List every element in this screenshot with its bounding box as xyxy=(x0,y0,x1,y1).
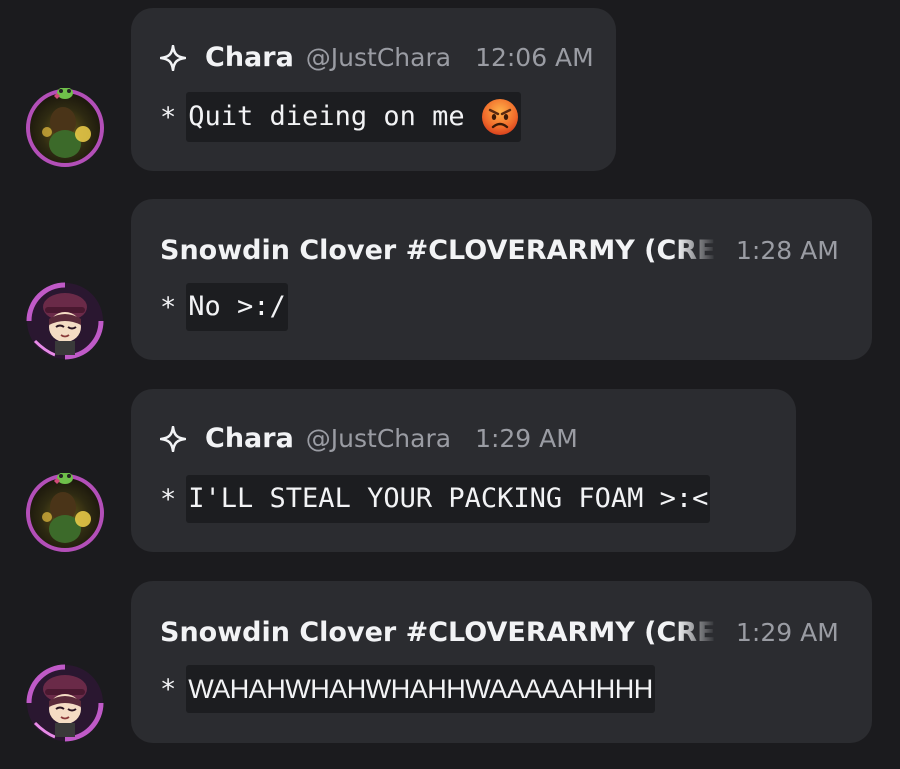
inline-code: I'LL STEAL YOUR PACKING FOAM >:< xyxy=(186,475,711,523)
message-bubble: Chara @JustChara 12:06 AM * Quit dieing … xyxy=(131,8,616,171)
message-content: * No >:/ xyxy=(160,283,288,331)
timestamp: 1:29 AM xyxy=(736,618,839,647)
message-text: No >:/ xyxy=(188,291,286,322)
chara-avatar[interactable] xyxy=(25,88,105,168)
message-text: Quit dieing on me xyxy=(188,101,465,132)
message-bubble: Chara @JustChara 1:29 AM * I'LL STEAL YO… xyxy=(131,389,796,552)
author-name[interactable]: Snowdin Clover #CLOVERARMY (CREATOR) xyxy=(160,235,716,266)
timestamp: 12:06 AM xyxy=(475,43,594,72)
clover-avatar[interactable] xyxy=(25,281,105,361)
timestamp: 1:29 AM xyxy=(475,424,578,453)
message-header: Snowdin Clover #CLOVERARMY (CREATOR) 1:2… xyxy=(160,235,839,266)
author-name[interactable]: Chara xyxy=(205,423,294,454)
asterisk-prefix: * xyxy=(160,101,177,133)
asterisk-prefix: * xyxy=(160,291,177,323)
chat-log: Chara @JustChara 12:06 AM * Quit dieing … xyxy=(0,0,900,769)
author-name[interactable]: Snowdin Clover #CLOVERARMY (CREATOR) xyxy=(160,617,716,648)
asterisk-prefix: * xyxy=(160,673,177,705)
message-header: Snowdin Clover #CLOVERARMY (CREATOR) 1:2… xyxy=(160,617,839,648)
message-content: * WAHAHWHAHWHAHHWAAAAAHHHH xyxy=(160,665,655,713)
message-content: * Quit dieing on me xyxy=(160,92,521,142)
asterisk-prefix: * xyxy=(160,483,177,515)
author-handle[interactable]: @JustChara xyxy=(306,43,451,72)
message-bubble: Snowdin Clover #CLOVERARMY (CREATOR) 1:2… xyxy=(131,581,872,743)
timestamp: 1:28 AM xyxy=(736,236,839,265)
chara-avatar[interactable] xyxy=(25,473,105,553)
angry-face-icon xyxy=(481,98,519,136)
author-name[interactable]: Chara xyxy=(205,42,294,73)
author-handle[interactable]: @JustChara xyxy=(306,424,451,453)
sparkle-icon xyxy=(159,44,187,71)
message-content: * I'LL STEAL YOUR PACKING FOAM >:< xyxy=(160,475,711,523)
sparkle-icon xyxy=(159,425,187,452)
inline-code: No >:/ xyxy=(186,283,288,331)
message-bubble: Snowdin Clover #CLOVERARMY (CREATOR) 1:2… xyxy=(131,199,872,360)
message-text: I'LL STEAL YOUR PACKING FOAM >:< xyxy=(188,483,709,514)
inline-code: Quit dieing on me xyxy=(186,92,521,142)
message-text: WAHAHWHAHWHAHHWAAAAAHHHH xyxy=(188,674,653,704)
message-header: Chara @JustChara 12:06 AM xyxy=(159,42,594,73)
inline-code: WAHAHWHAHWHAHHWAAAAAHHHH xyxy=(186,665,655,713)
message-header: Chara @JustChara 1:29 AM xyxy=(159,423,578,454)
clover-avatar[interactable] xyxy=(25,663,105,743)
